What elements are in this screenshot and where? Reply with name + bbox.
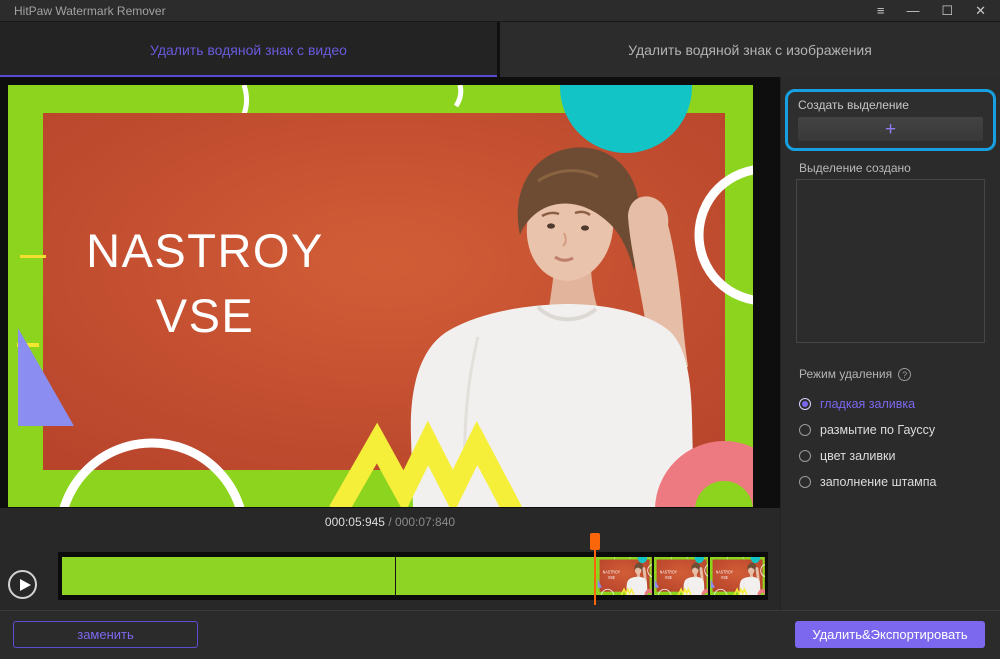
mode-option-fill-color[interactable]: цвет заливки [799,448,936,463]
yellow-dash-decoration [20,255,46,258]
tab-image-label: Удалить водяной знак с изображения [628,42,872,58]
minimize-icon[interactable]: — [906,0,919,22]
timeline-clip [62,557,765,595]
playhead-handle[interactable] [590,533,600,550]
mode-option-smooth-fill[interactable]: гладкая заливка [799,396,936,411]
mode-option-gaussian-blur[interactable]: размытие по Гауссу [799,422,936,437]
removal-mode-header: Режим удаления ? [799,367,911,381]
title-bar: HitPaw Watermark Remover ≡ — ☐ ✕ [0,0,1000,22]
create-selection-panel: Создать выделение + [785,89,996,151]
replace-button[interactable]: заменить [13,621,198,648]
timeline-thumbnails [597,557,765,595]
play-button[interactable] [8,570,37,599]
maximize-icon[interactable]: ☐ [941,0,953,22]
video-overlay-text-line1: NASTROY [86,224,324,277]
app-window: HitPaw Watermark Remover ≡ — ☐ ✕ Удалить… [0,0,1000,659]
plus-icon: + [885,120,896,139]
radio-icon [799,450,811,462]
timeline-track[interactable] [58,552,768,600]
footer-bar: заменить Удалить&Экспортировать [0,610,1000,659]
video-stage: NASTROY VSE [0,77,780,508]
remove-export-button[interactable]: Удалить&Экспортировать [795,621,985,648]
selection-list [796,179,985,343]
tab-remove-image-watermark[interactable]: Удалить водяной знак с изображения [500,22,1000,77]
radio-icon [799,476,811,488]
video-preview[interactable]: NASTROY VSE [8,85,753,507]
menu-icon[interactable]: ≡ [877,0,885,22]
video-scene: NASTROY VSE [8,85,753,507]
close-icon[interactable]: ✕ [975,0,986,22]
video-thumbnail [654,557,709,595]
tab-video-label: Удалить водяной знак с видео [150,42,347,58]
help-icon[interactable]: ? [898,368,911,381]
window-title: HitPaw Watermark Remover [14,0,166,22]
mode-option-label: размытие по Гауссу [820,423,935,437]
video-thumbnail [597,557,652,595]
radio-icon [799,424,811,436]
video-overlay-text-line2: VSE [156,289,255,342]
removal-mode-label: Режим удаления [799,367,892,381]
time-display: 000:05:945 / 000:07:840 [0,515,780,529]
play-icon [20,579,31,591]
clip-divider [395,557,396,595]
window-controls: ≡ — ☐ ✕ [877,0,986,22]
timeline-panel: 000:05:945 / 000:07:840 [0,508,780,610]
tab-remove-video-watermark[interactable]: Удалить водяной знак с видео [0,22,497,77]
selection-created-label: Выделение создано [799,161,911,175]
radio-selected-icon [799,398,811,410]
mode-option-label: заполнение штампа [820,475,936,489]
mode-option-label: цвет заливки [820,449,895,463]
create-selection-label: Создать выделение [798,98,983,112]
mode-option-label: гладкая заливка [820,397,915,411]
tab-bar: Удалить водяной знак с видео Удалить вод… [0,22,1000,77]
total-time: 000:07:840 [395,515,455,529]
mode-option-stamp-fill[interactable]: заполнение штампа [799,474,936,489]
time-separator: / [388,515,395,529]
add-selection-button[interactable]: + [798,117,983,141]
sidebar: Создать выделение + Выделение создано Ре… [780,77,1000,610]
removal-mode-options: гладкая заливка размытие по Гауссу цвет … [799,396,936,489]
current-time: 000:05:945 [325,515,385,529]
video-thumbnail [710,557,765,595]
